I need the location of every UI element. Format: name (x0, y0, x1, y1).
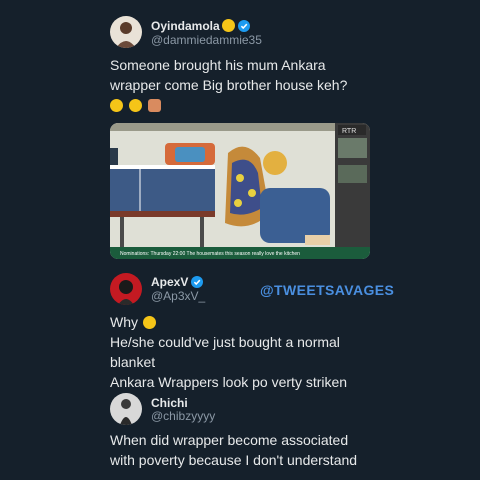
author-name[interactable]: Chichi (151, 396, 188, 410)
author-handle[interactable]: @dammiedammie35 (151, 33, 262, 47)
tweet-text: Why He/she could've just bought a normal… (110, 314, 348, 390)
author-handle[interactable]: @chibzyyyy (151, 409, 215, 423)
crying-emoji-icon (110, 99, 123, 112)
tweet-text: Someone brought his mum Ankara wrapper c… (110, 55, 430, 115)
author-name[interactable]: ApexV (151, 275, 204, 289)
fist-emoji-icon (147, 99, 161, 112)
author-handle[interactable]: @Ap3xV_ (151, 289, 205, 303)
avatar-oyindamola[interactable] (110, 16, 142, 48)
channel-badge: RTR (342, 128, 356, 135)
avatar-apexv[interactable] (110, 273, 142, 305)
verified-badge-icon (237, 20, 250, 32)
verified-badge-icon (191, 276, 204, 288)
smile-emoji-icon (221, 19, 235, 32)
crying-emoji-icon (143, 316, 156, 329)
emoji-row (110, 95, 430, 115)
grin-emoji-icon (128, 99, 142, 112)
tweet-media-image[interactable]: Nominations: Thursday 22:00 The housemat… (110, 123, 370, 259)
watermark: @TWEETSAVAGES (260, 282, 395, 298)
news-ticker: Nominations: Thursday 22:00 The housemat… (120, 251, 300, 257)
tweet-text: When did wrapper become associated with … (110, 432, 358, 468)
avatar-chichi[interactable] (110, 393, 142, 425)
author-name[interactable]: Oyindamola (151, 19, 250, 33)
